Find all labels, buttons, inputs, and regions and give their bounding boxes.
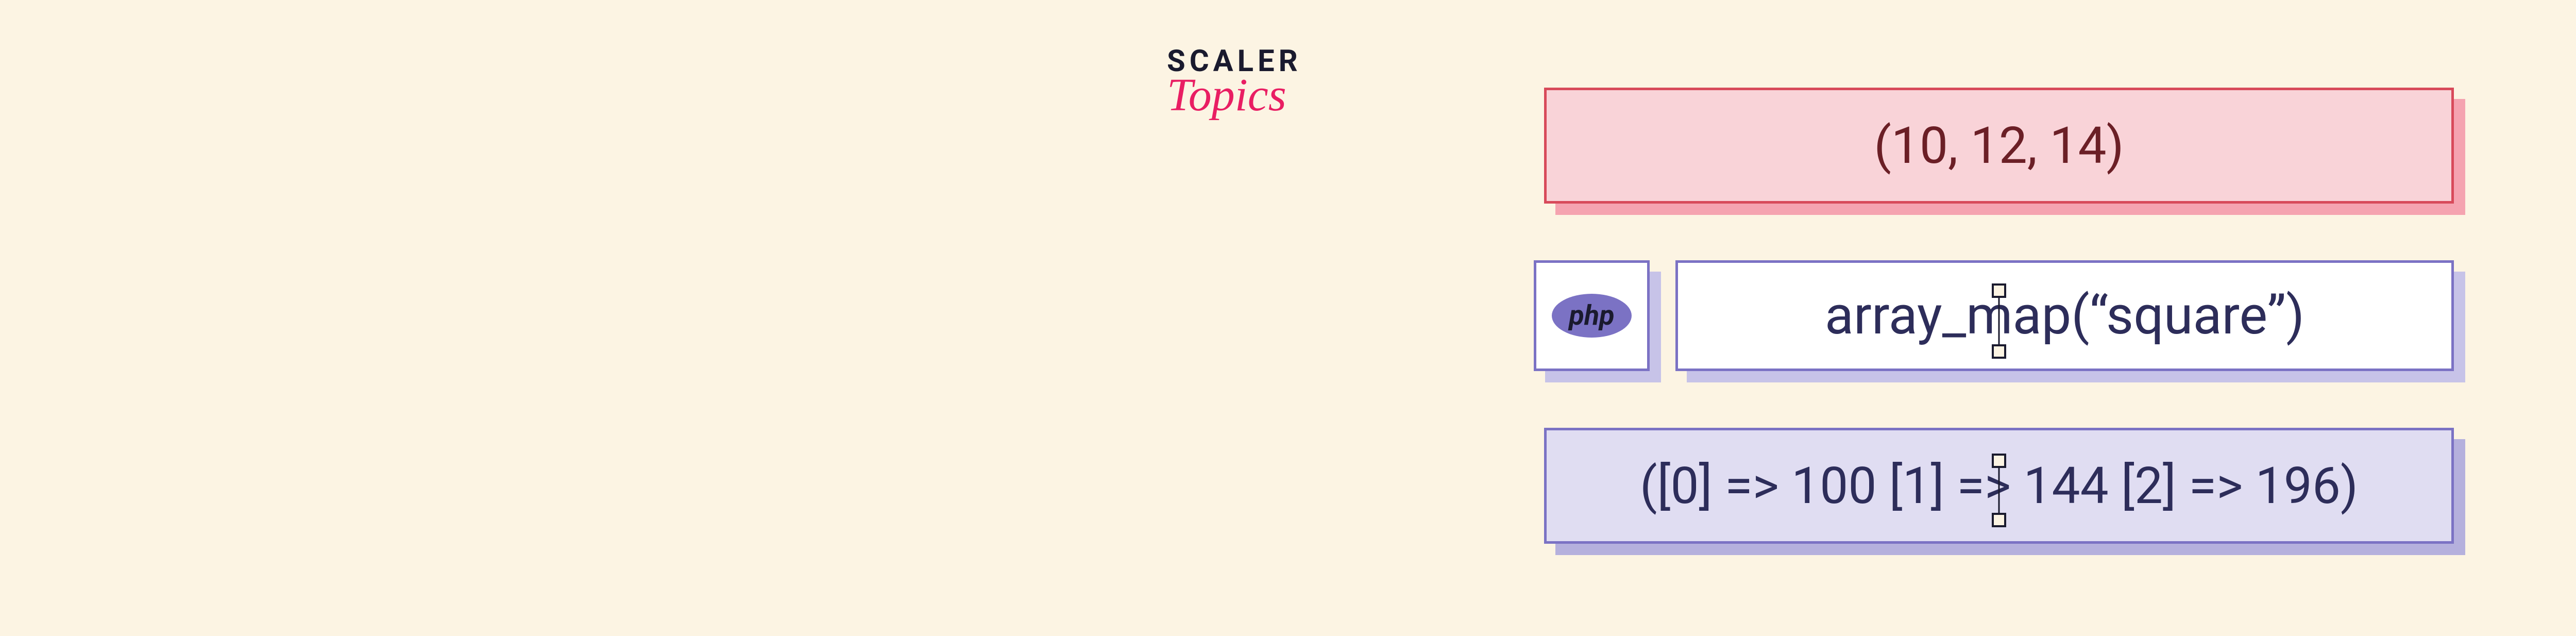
logo-text-bottom: Topics [1167, 69, 1302, 122]
connector-node [1992, 454, 2006, 468]
function-text: array_map(“square”) [1825, 284, 2304, 347]
array-map-diagram: (10, 12, 14) php array_map(“square”) ([0… [1544, 88, 2454, 544]
connector-node [1992, 513, 2006, 527]
connector-node [1992, 283, 2006, 298]
function-box: array_map(“square”) [1675, 260, 2454, 371]
scaler-topics-logo: SCALER Topics [1167, 44, 1302, 122]
php-label: php [1569, 299, 1614, 332]
input-array-box: (10, 12, 14) [1544, 88, 2454, 204]
connector-line [1998, 290, 2000, 350]
input-array-text: (10, 12, 14) [1874, 116, 2124, 175]
connector-node [1992, 344, 2006, 359]
php-icon: php [1552, 294, 1632, 338]
php-badge-box: php [1534, 260, 1650, 371]
